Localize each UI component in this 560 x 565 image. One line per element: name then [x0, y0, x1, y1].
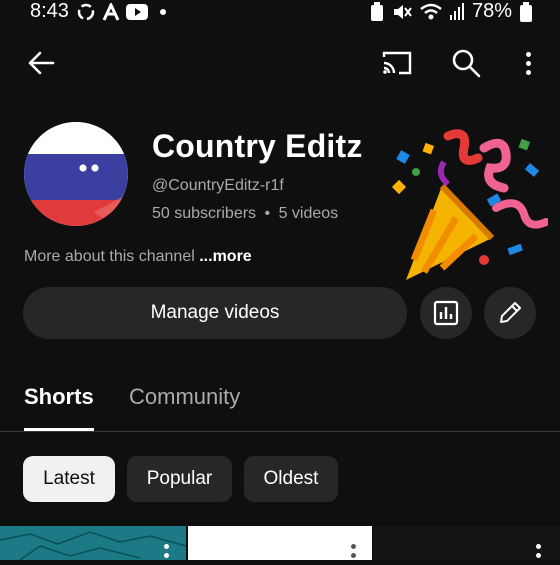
status-notification-icons	[76, 2, 166, 22]
status-time: 8:43	[30, 0, 69, 22]
search-icon	[452, 49, 481, 78]
subscriber-count: 50 subscribers	[152, 205, 257, 222]
battery-percent: 78%	[471, 0, 512, 22]
back-button[interactable]	[24, 46, 58, 80]
analytics-icon	[433, 300, 459, 326]
map-thumbnail-art	[0, 531, 187, 561]
dot-icon	[160, 9, 166, 15]
stats-separator: •	[264, 205, 271, 222]
battery-icon	[520, 1, 532, 22]
channel-handle: @CountryEditz-r1f	[152, 177, 284, 194]
party-popper-icon	[391, 129, 548, 280]
analytics-button[interactable]	[420, 287, 472, 339]
filter-chip-oldest[interactable]: Oldest	[244, 456, 338, 502]
edit-pencil-icon	[500, 302, 521, 323]
wifi-icon	[420, 3, 442, 19]
mute-icon	[393, 4, 412, 19]
video-count: 5 videos	[278, 205, 339, 222]
more-vert-icon	[525, 51, 531, 75]
edit-channel-button[interactable]	[484, 287, 536, 339]
russia-flag-avatar	[24, 122, 128, 226]
filter-chip-popular[interactable]: Popular	[127, 456, 232, 502]
channel-name: Country Editz	[152, 128, 363, 164]
a-app-icon	[102, 3, 120, 21]
more-options-button[interactable]	[511, 46, 545, 80]
tab-community[interactable]: Community	[129, 384, 240, 410]
signal-icon	[449, 2, 464, 20]
battery-saver-icon	[370, 1, 383, 21]
short-thumbnail[interactable]	[0, 526, 187, 561]
about-text: More about this channel	[24, 248, 195, 265]
filter-chip-latest[interactable]: Latest	[23, 456, 115, 502]
tabs-divider	[0, 431, 560, 432]
status-bar: 8:43 78%	[0, 0, 560, 26]
short-more-icon[interactable]	[164, 544, 169, 558]
channel-stats: 50 subscribers • 5 videos	[152, 205, 338, 223]
manage-videos-button[interactable]: Manage videos	[23, 287, 407, 339]
status-system-icons: 78%	[370, 0, 532, 23]
sync-icon	[77, 3, 95, 21]
channel-avatar[interactable]	[24, 122, 128, 226]
tab-shorts[interactable]: Shorts	[24, 384, 94, 410]
search-button[interactable]	[449, 46, 483, 80]
short-more-icon[interactable]	[351, 544, 356, 558]
youtube-icon	[126, 4, 148, 20]
more-link[interactable]: ...more	[199, 248, 251, 265]
short-thumbnail[interactable]	[188, 526, 372, 560]
cast-button[interactable]	[380, 46, 414, 80]
short-thumbnail[interactable]	[374, 526, 560, 560]
channel-about-link[interactable]: More about this channel ...more	[24, 248, 252, 266]
cast-icon	[382, 51, 412, 75]
back-arrow-icon	[28, 51, 55, 75]
short-more-icon[interactable]	[536, 544, 541, 558]
